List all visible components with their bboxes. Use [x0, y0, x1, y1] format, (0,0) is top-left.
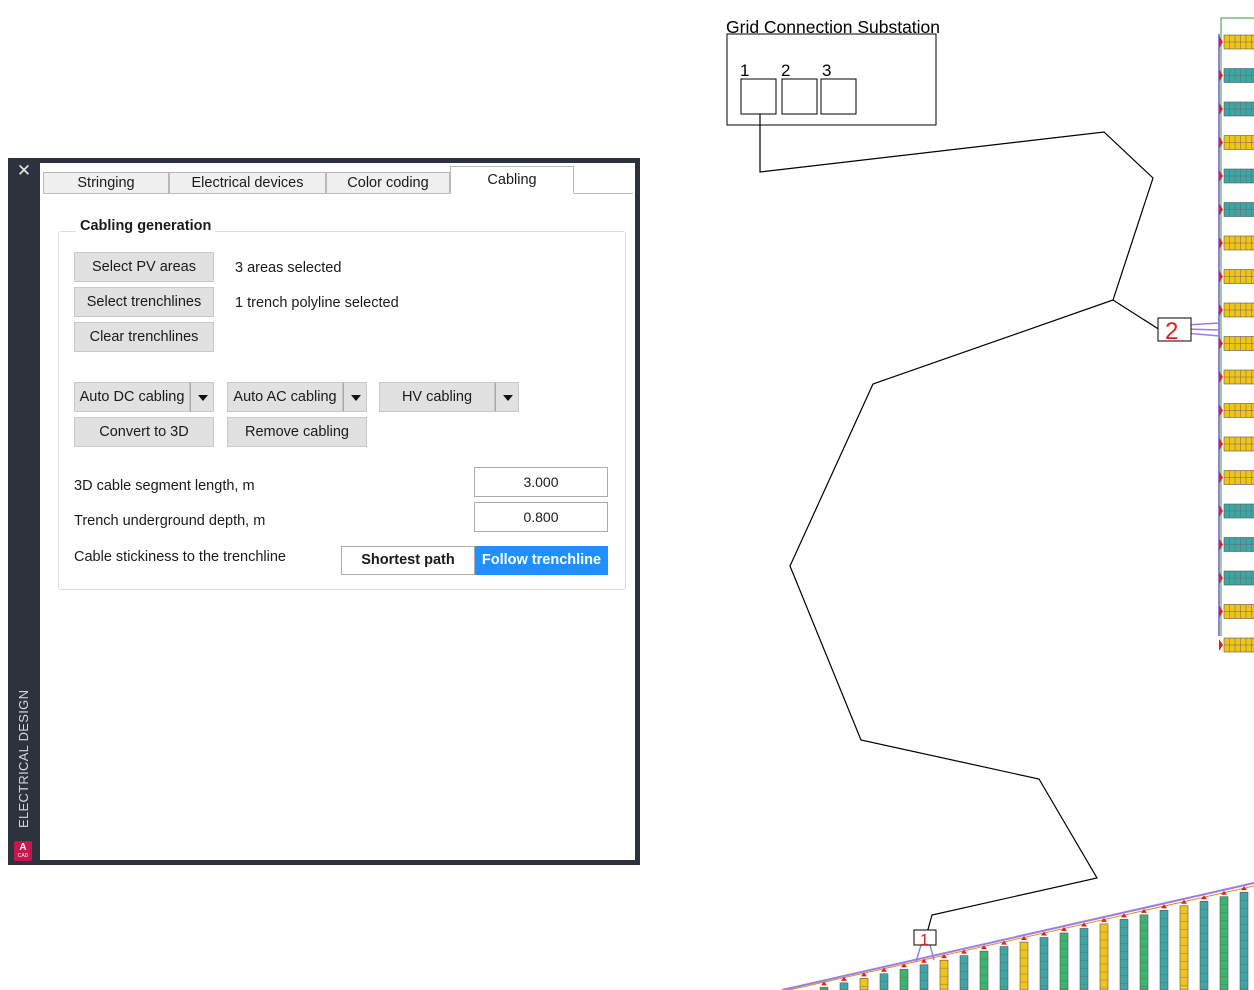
inverter-2[interactable]: 2: [1157, 317, 1220, 345]
pv-table: [1219, 302, 1254, 318]
pv-table: [1219, 436, 1254, 452]
hv-dropdown-icon[interactable]: [495, 382, 519, 412]
pv-table-column: [979, 945, 989, 990]
app-logo-sub: CAD: [17, 853, 29, 859]
pv-table-column: [879, 967, 889, 990]
pv-table-column: [1059, 926, 1069, 990]
pv-table: [1219, 369, 1254, 385]
select-trenchlines-button[interactable]: Select trenchlines: [74, 287, 214, 317]
tab-stringing[interactable]: Stringing: [43, 172, 169, 193]
stickiness-label: Cable stickiness to the trenchline: [74, 549, 286, 565]
pv-table: [1219, 570, 1254, 586]
bay-1[interactable]: [740, 78, 777, 115]
clear-trenchlines-button[interactable]: Clear trenchlines: [74, 322, 214, 352]
pv-table-column: [1019, 936, 1029, 990]
bay-label-1: 1: [740, 61, 749, 80]
pv-table-column: [859, 972, 869, 990]
pv-table-column: [1099, 917, 1109, 990]
follow-trenchline-toggle[interactable]: Follow trenchline: [475, 546, 608, 575]
auto-dc-dropdown-icon[interactable]: [190, 382, 214, 412]
pv-table-column: [1139, 908, 1149, 990]
pv-table-column: [1179, 899, 1189, 990]
trench-depth-input[interactable]: 0.800: [474, 502, 608, 532]
pv-table-column: [899, 963, 909, 990]
pv-table-column: [939, 954, 949, 990]
pv-table: [1219, 202, 1254, 217]
pv-table: [1219, 168, 1254, 184]
substation[interactable]: Grid Connection Substation 1 2 3: [726, 17, 940, 126]
shortest-path-toggle[interactable]: Shortest path: [341, 546, 475, 575]
pv-table: [1219, 604, 1254, 619]
pv-table: [1219, 235, 1254, 251]
auto-ac-dropdown-icon[interactable]: [343, 382, 367, 412]
substation-title: Grid Connection Substation: [726, 17, 940, 37]
pv-table-rows: [1219, 34, 1254, 653]
pv-table-column: [1079, 922, 1089, 990]
pv-table: [1219, 68, 1254, 83]
palette-content: Stringing Electrical devices Color codin…: [40, 163, 635, 860]
inverter-1-label: 1: [920, 932, 929, 949]
pv-array-bottom[interactable]: [780, 882, 1254, 990]
inverter-2-label: 2: [1165, 318, 1178, 345]
bay-label-3: 3: [822, 61, 831, 80]
electrical-design-palette: ✕ ELECTRICAL DESIGN A CAD Stringing Elect…: [8, 158, 640, 865]
segment-length-input[interactable]: 3.000: [474, 467, 608, 497]
segment-length-label: 3D cable segment length, m: [74, 478, 255, 494]
tab-bar: Stringing Electrical devices Color codin…: [43, 166, 633, 194]
pv-table: [1219, 503, 1254, 519]
pv-table: [1219, 637, 1254, 653]
pv-table-column: [1239, 886, 1249, 990]
app-logo-icon: A CAD: [14, 841, 32, 861]
palette-title: ELECTRICAL DESIGN: [16, 689, 31, 828]
pv-table-column: [959, 949, 969, 990]
pv-areas-status: 3 areas selected: [235, 260, 342, 276]
pv-table-column: [1219, 890, 1229, 990]
trench-polyline[interactable]: [759, 114, 1154, 934]
tab-color-coding[interactable]: Color coding: [326, 172, 450, 193]
pv-table-column: [1119, 913, 1129, 990]
remove-cabling-button[interactable]: Remove cabling: [227, 417, 367, 447]
app-logo-letter: A: [19, 842, 27, 853]
auto-ac-cabling-button[interactable]: Auto AC cabling: [227, 382, 343, 412]
bay-label-2: 2: [781, 61, 790, 80]
pv-table: [1219, 470, 1254, 485]
group-title: Cabling generation: [76, 218, 216, 234]
bay-3[interactable]: [820, 78, 857, 115]
palette-sidebar: ✕ ELECTRICAL DESIGN A CAD: [8, 158, 40, 865]
tab-cabling[interactable]: Cabling: [450, 166, 574, 194]
pv-array-right[interactable]: [1218, 17, 1254, 653]
trenchlines-status: 1 trench polyline selected: [235, 295, 399, 311]
pv-table: [1219, 101, 1254, 117]
pv-table-column: [1039, 931, 1049, 990]
pv-table: [1219, 537, 1254, 552]
auto-dc-cabling-button[interactable]: Auto DC cabling: [74, 382, 190, 412]
tab-electrical-devices[interactable]: Electrical devices: [169, 172, 326, 193]
bay-2[interactable]: [781, 78, 818, 115]
pv-table: [1219, 403, 1254, 418]
pv-table: [1219, 34, 1254, 50]
select-pv-areas-button[interactable]: Select PV areas: [74, 252, 214, 282]
pv-table-column: [919, 958, 929, 990]
close-icon[interactable]: ✕: [16, 163, 32, 180]
pv-table: [1219, 336, 1254, 351]
hv-cable-segment: [1112, 299, 1161, 331]
trench-depth-label: Trench underground depth, m: [74, 513, 266, 529]
hv-cabling-button[interactable]: HV cabling: [379, 382, 495, 412]
pv-table-column: [1159, 904, 1169, 990]
pv-table: [1219, 135, 1254, 150]
convert-to-3d-button[interactable]: Convert to 3D: [74, 417, 214, 447]
pv-table-column: [999, 940, 1009, 990]
pv-table: [1219, 269, 1254, 284]
pv-table-column: [1199, 895, 1209, 990]
